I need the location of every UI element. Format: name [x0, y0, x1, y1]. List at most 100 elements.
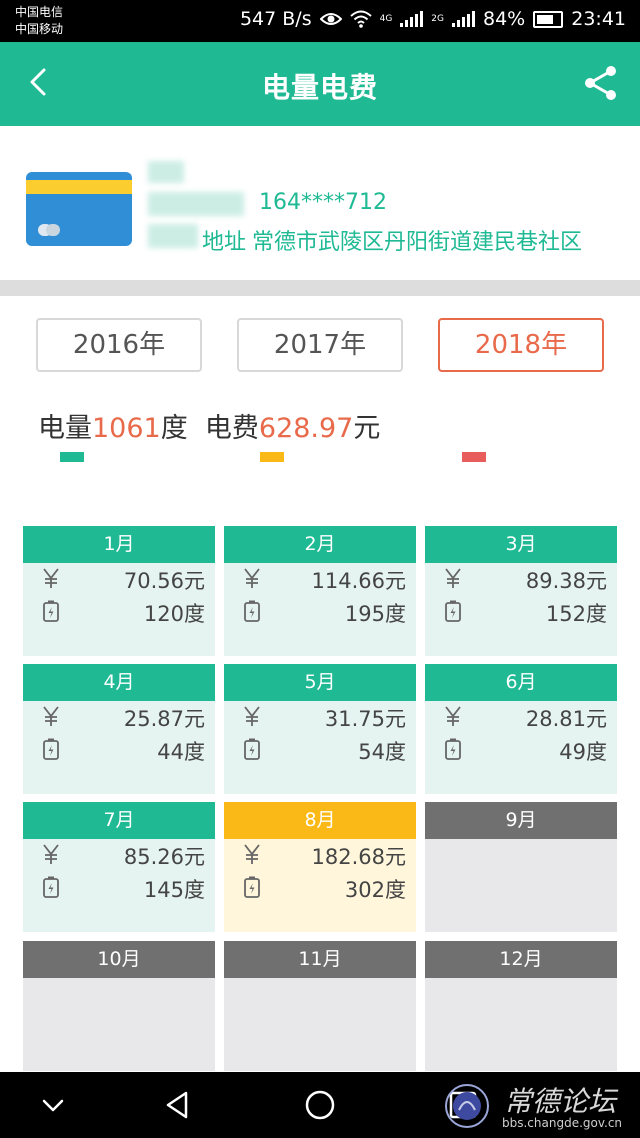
- month-fee-row: 182.68元: [224, 841, 416, 873]
- month-fee-row: 31.75元: [224, 703, 416, 735]
- month-card[interactable]: 10月: [23, 941, 215, 1071]
- month-fee: 31.75元: [324, 707, 406, 731]
- legend-tier-1: [60, 452, 84, 462]
- year-2018-button[interactable]: 2018年: [438, 318, 604, 372]
- battery-bolt-icon: [443, 738, 463, 760]
- month-label: 8月: [224, 802, 416, 839]
- wifi-icon: [349, 10, 372, 28]
- month-label: 5月: [224, 664, 416, 701]
- battery-bolt-icon: [443, 600, 463, 622]
- month-kwh-row: 145度: [23, 874, 215, 906]
- circle-home-icon[interactable]: [303, 1088, 337, 1122]
- share-icon[interactable]: [582, 64, 620, 102]
- status-bar: 中国电信 中国移动 547 B/s 4G 2G 84% 23:41: [0, 0, 640, 42]
- signal-2-icon: [452, 11, 475, 27]
- month-kwh-row: 54度: [224, 736, 416, 768]
- clock: 23:41: [571, 8, 626, 30]
- month-label: 4月: [23, 664, 215, 701]
- month-label: 11月: [224, 941, 416, 978]
- yen-icon: [41, 705, 61, 727]
- battery-bolt-icon: [41, 600, 61, 622]
- forum-watermark: 常德论坛 bbs.changde.gov.cn: [436, 1078, 626, 1134]
- address-label: 地址: [202, 230, 247, 255]
- watermark-title: 常德论坛: [504, 1085, 617, 1118]
- month-kwh: 145度: [143, 878, 205, 902]
- legend-tier-2: [260, 452, 284, 462]
- month-label: 12月: [425, 941, 617, 978]
- month-kwh: 152度: [545, 602, 607, 626]
- net-2g-tag: 2G: [431, 13, 444, 24]
- battery-bolt-icon: [242, 600, 262, 622]
- month-kwh-row: 195度: [224, 598, 416, 630]
- month-card[interactable]: 7月 85.26元 145度: [23, 802, 215, 932]
- month-label: 9月: [425, 802, 617, 839]
- month-kwh: 44度: [157, 740, 205, 764]
- fee-label: 电费: [204, 413, 259, 444]
- month-kwh: 302度: [344, 878, 406, 902]
- chevron-down-icon[interactable]: [36, 1088, 70, 1122]
- yen-icon: [41, 843, 61, 865]
- month-card[interactable]: 12月: [425, 941, 617, 1071]
- battery-bolt-icon: [242, 738, 262, 760]
- month-fee: 114.66元: [311, 569, 406, 593]
- privacy-blur: [148, 224, 198, 248]
- yen-icon: [242, 843, 262, 865]
- month-card[interactable]: 11月: [224, 941, 416, 1071]
- battery-icon: [533, 10, 564, 28]
- month-card[interactable]: 5月 31.75元 54度: [224, 664, 416, 794]
- legend-swatch-tier-2: [260, 452, 284, 462]
- month-fee: 85.26元: [123, 845, 205, 869]
- carrier-labels: 中国电信 中国移动: [15, 4, 63, 38]
- page-title: 电量电费: [261, 71, 378, 104]
- month-card[interactable]: 3月 89.38元 152度: [425, 526, 617, 656]
- account-panel: 164****712 地址 常德市武陵区丹阳街道建民巷社区: [0, 126, 640, 280]
- legend-swatch-tier-3: [462, 452, 486, 462]
- month-card[interactable]: 4月 25.87元 44度: [23, 664, 215, 794]
- yen-icon: [41, 567, 61, 589]
- forum-seal-icon: [445, 1084, 489, 1128]
- fee-unit: 元: [353, 413, 381, 444]
- month-fee: 182.68元: [311, 845, 406, 869]
- status-indicators: 547 B/s 4G 2G 84% 23:41: [240, 8, 626, 30]
- month-kwh-row: 44度: [23, 736, 215, 768]
- yen-icon: [242, 705, 262, 727]
- month-card[interactable]: 8月 182.68元 302度: [224, 802, 416, 932]
- battery-percent: 84%: [483, 8, 526, 30]
- tier-legend: [0, 452, 640, 470]
- watermark-url: bbs.changde.gov.cn: [502, 1116, 623, 1130]
- account-number: 164****712: [259, 190, 387, 215]
- month-fee-row: 28.81元: [425, 703, 617, 735]
- month-label: 1月: [23, 526, 215, 563]
- month-card[interactable]: 1月 70.56元 120度: [23, 526, 215, 656]
- month-kwh-row: 152度: [425, 598, 617, 630]
- section-divider: [0, 280, 640, 296]
- yen-icon: [443, 567, 463, 589]
- kwh-unit: 度: [160, 413, 188, 444]
- year-2017-button[interactable]: 2017年: [237, 318, 403, 372]
- month-kwh: 49度: [559, 740, 607, 764]
- month-fee-row: 85.26元: [23, 841, 215, 873]
- net-4g-tag: 4G: [379, 13, 393, 24]
- battery-bolt-icon: [41, 738, 61, 760]
- battery-bolt-icon: [41, 876, 61, 898]
- month-fee: 70.56元: [123, 569, 205, 593]
- eye-icon: [319, 13, 342, 25]
- month-fee-row: 25.87元: [23, 703, 215, 735]
- yen-icon: [443, 705, 463, 727]
- month-fee-row: 114.66元: [224, 565, 416, 597]
- privacy-blur: [148, 161, 184, 183]
- year-2016-button[interactable]: 2016年: [36, 318, 202, 372]
- month-label: 7月: [23, 802, 215, 839]
- carrier-1: 中国电信: [15, 5, 64, 19]
- annual-summary: 电量1061度 电费628.97元: [38, 406, 380, 445]
- month-card[interactable]: 6月 28.81元 49度: [425, 664, 617, 794]
- month-label: 3月: [425, 526, 617, 563]
- month-card[interactable]: 2月 114.66元 195度: [224, 526, 416, 656]
- triangle-back-icon[interactable]: [160, 1088, 194, 1122]
- address-value: 常德市武陵区丹阳街道建民巷社区: [252, 230, 583, 255]
- fee-value: 628.97: [258, 413, 354, 444]
- net-speed: 547 B/s: [239, 8, 312, 30]
- month-fee: 28.81元: [525, 707, 607, 731]
- bank-card-icon: [26, 172, 132, 246]
- month-card[interactable]: 9月: [425, 802, 617, 932]
